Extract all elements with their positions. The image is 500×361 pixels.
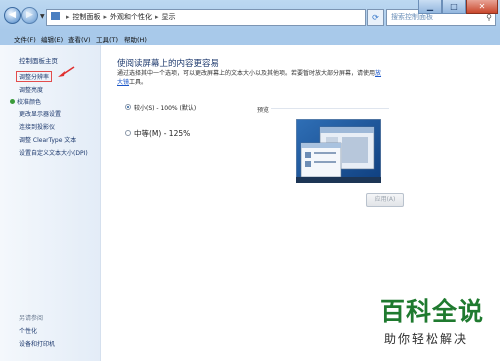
menu-bar: 文件(F) 编辑(E) 查看(V) 工具(T) 帮助(H) (0, 32, 500, 45)
control-panel-icon (51, 12, 60, 20)
sidebar-home-link[interactable]: 控制面板主页 (19, 55, 58, 65)
preview-label: 预览 (257, 107, 270, 114)
close-icon: ✕ (478, 2, 486, 11)
title-bar: ◀ ▶ ▼ ▸ 控制面板 ▸ 外观和个性化 ▸ 显示 ⟳ 搜索控制面板 ⚲ ▁ □ ✕ (0, 0, 500, 30)
preview-divider (271, 108, 389, 109)
watermark-subtitle: 助你轻松解决 (384, 332, 469, 346)
breadcrumb-item[interactable]: 外观和个性化 (110, 13, 152, 21)
sidebar-item-cleartype[interactable]: 调整 ClearType 文本 (19, 135, 76, 144)
back-arrow-icon: ◀ (9, 10, 16, 20)
refresh-button[interactable]: ⟳ (367, 9, 384, 26)
apply-button[interactable]: 应用(A) (366, 193, 404, 207)
smaller-option-label[interactable]: 较小(S) - 100% (默认) (134, 103, 196, 112)
annotation-arrow-icon (58, 66, 75, 77)
sidebar-item-display-settings[interactable]: 更改显示器设置 (19, 109, 61, 118)
see-also-personalization[interactable]: 个性化 (19, 326, 37, 335)
description-end: 工具。 (129, 79, 148, 86)
menu-view[interactable]: 查看(V) (68, 34, 91, 44)
menu-edit[interactable]: 编辑(E) (41, 34, 63, 44)
forward-button[interactable]: ▶ (21, 7, 38, 24)
close-button[interactable]: ✕ (466, 0, 498, 14)
description-text: 通过选择其中一个选项，可以更改屏幕上的文本大小以及其他项。若要暂时放大部分屏幕，… (117, 70, 376, 77)
minimize-button[interactable]: ▁ (418, 0, 442, 14)
minimize-icon: ▁ (426, 2, 434, 11)
breadcrumb-item[interactable]: 显示 (162, 13, 176, 21)
search-placeholder: 搜索控制面板 (391, 13, 433, 21)
shield-icon (10, 99, 15, 104)
address-bar[interactable]: ▸ 控制面板 ▸ 外观和个性化 ▸ 显示 (46, 9, 366, 26)
forward-arrow-icon: ▶ (26, 10, 33, 20)
chevron-icon: ▸ (103, 13, 108, 21)
see-also-devices-printers[interactable]: 设备和打印机 (19, 339, 55, 348)
menu-tools[interactable]: 工具(T) (96, 34, 118, 44)
sidebar: 控制面板主页 调整分辨率 调整亮度 校准颜色 更改显示器设置 连接到投影仪 调整… (0, 45, 101, 361)
sidebar-item-calibrate[interactable]: 校准颜色 (10, 97, 41, 106)
preview-image (296, 119, 381, 183)
see-also-heading: 另请参阅 (19, 315, 44, 322)
page-description: 通过选择其中一个选项，可以更改屏幕上的文本大小以及其他项。若要暂时放大部分屏幕，… (117, 69, 387, 87)
recent-pages-dropdown-icon[interactable]: ▼ (40, 13, 45, 20)
chevron-icon: ▸ (66, 13, 70, 21)
back-button[interactable]: ◀ (4, 7, 21, 24)
maximize-button[interactable]: □ (442, 0, 466, 14)
smaller-radio[interactable] (125, 104, 131, 110)
sidebar-item-label: 校准颜色 (17, 99, 42, 106)
control-panel-window: ◀ ▶ ▼ ▸ 控制面板 ▸ 外观和个性化 ▸ 显示 ⟳ 搜索控制面板 ⚲ ▁ □ ✕ 文… (0, 0, 500, 361)
maximize-icon: □ (450, 2, 458, 11)
sidebar-item-dpi[interactable]: 设置自定义文本大小(DPI) (19, 148, 88, 157)
breadcrumb-item[interactable]: 控制面板 (73, 13, 101, 21)
medium-option-label[interactable]: 中等(M) - 125% (134, 128, 190, 139)
menu-help[interactable]: 帮助(H) (124, 34, 147, 44)
refresh-icon: ⟳ (372, 13, 379, 22)
menu-file[interactable]: 文件(F) (14, 34, 36, 44)
sidebar-item-resolution[interactable]: 调整分辨率 (16, 71, 53, 82)
page-title: 使阅读屏幕上的内容更容易 (117, 59, 220, 69)
medium-radio[interactable] (125, 130, 131, 136)
sidebar-item-projector[interactable]: 连接到投影仪 (19, 122, 55, 131)
watermark-logo-title: 百科全说 (380, 297, 485, 326)
sidebar-item-brightness[interactable]: 调整亮度 (19, 85, 43, 94)
chevron-icon: ▸ (155, 13, 159, 21)
